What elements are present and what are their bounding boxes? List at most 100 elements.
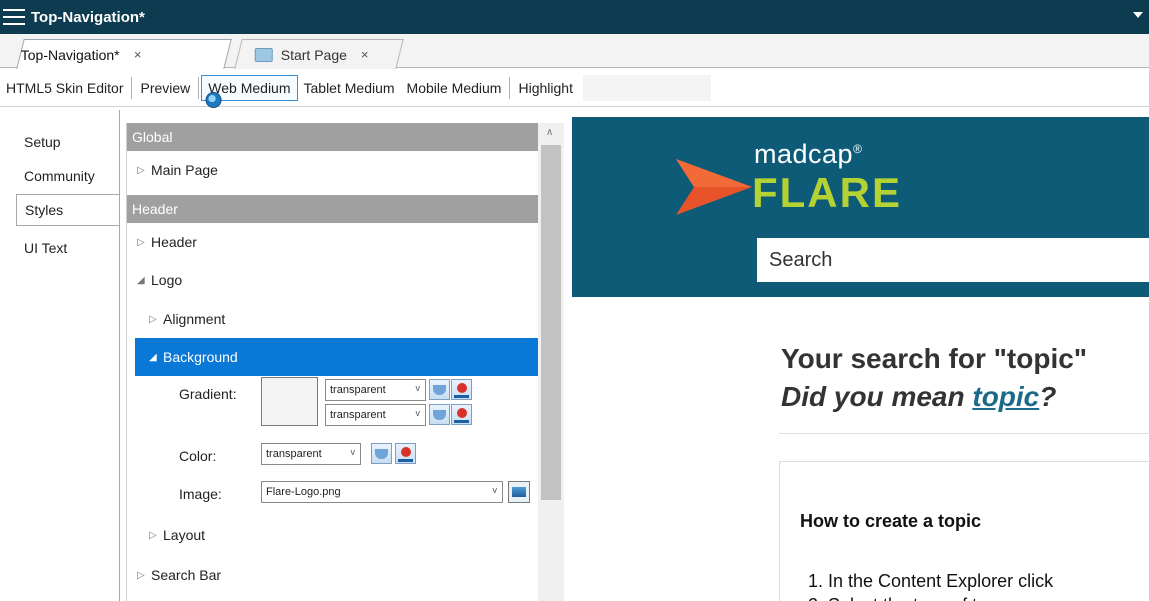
preview-header: madcap® FLARE Search <box>572 117 1149 297</box>
toolbar-html5-skin-editor[interactable]: HTML5 Skin Editor <box>0 75 129 101</box>
expand-arrow-icon[interactable]: ▷ <box>149 314 163 325</box>
expand-arrow-icon[interactable]: ▷ <box>149 530 163 541</box>
browse-image-button[interactable] <box>508 481 530 503</box>
tab-label: Start Page <box>280 46 348 63</box>
collapse-arrow-icon[interactable]: ◢ <box>137 275 151 286</box>
image-label: Image: <box>179 486 222 502</box>
clear-bar <box>398 459 413 462</box>
chevron-down-icon: v <box>350 447 356 457</box>
clear-bar <box>454 420 469 423</box>
tree-item-search-bar[interactable]: ▷ Search Bar <box>127 556 539 594</box>
registered-mark: ® <box>853 142 863 156</box>
sidebar-divider <box>119 110 120 601</box>
tree-item-header[interactable]: ▷ Header <box>127 223 539 261</box>
clear-color-button[interactable] <box>451 379 472 400</box>
tree-item-alignment[interactable]: ▷ Alignment <box>127 300 539 338</box>
expand-arrow-icon[interactable]: ▷ <box>137 165 151 176</box>
title-bar: Top-Navigation* <box>0 0 1149 34</box>
pin-icon <box>457 383 467 393</box>
color-picker-button[interactable] <box>371 443 392 464</box>
tree-item-label: Header <box>151 234 197 250</box>
sidebar-item-community[interactable]: Community <box>16 160 120 192</box>
preview-search-input[interactable]: Search <box>757 238 1149 282</box>
chevron-down-icon: v <box>415 383 421 393</box>
group-header-global: Global <box>127 123 539 151</box>
color-picker-button[interactable] <box>429 404 450 425</box>
image-value: Flare-Logo.png <box>266 486 341 498</box>
scroll-up-icon[interactable]: ∧ <box>546 127 553 138</box>
toolbar-blank-field <box>582 74 711 101</box>
styles-property-panel: Global ▷ Main Page Header ▷ Header ◢ Log… <box>126 123 564 601</box>
gradient-top-value: transparent <box>330 384 386 396</box>
hamburger-menu-icon[interactable] <box>3 9 25 25</box>
paint-bucket-icon <box>433 410 446 420</box>
flare-skin-icon <box>205 92 222 108</box>
skin-editor-sidebar: Setup Community Styles UI Text <box>0 110 120 601</box>
color-picker-button[interactable] <box>429 379 450 400</box>
skin-preview: madcap® FLARE Search Your search for "to… <box>572 117 1149 601</box>
sidebar-item-setup[interactable]: Setup <box>16 126 120 158</box>
group-header-header: Header <box>127 195 539 223</box>
tree-item-label: Background <box>163 349 238 365</box>
tree-item-label: Layout <box>163 527 206 543</box>
search-result-heading: Your search for "topic" <box>781 343 1088 374</box>
result-step-2: 2. Select the type of t... <box>808 595 992 601</box>
color-label: Color: <box>179 448 217 464</box>
search-placeholder: Search <box>769 248 833 271</box>
did-you-mean-text: Did you mean <box>781 381 973 412</box>
clear-color-button[interactable] <box>451 404 472 425</box>
tree-item-label: Search Bar <box>151 567 222 583</box>
toolbar-divider <box>131 76 133 99</box>
gradient-label: Gradient: <box>179 386 237 402</box>
result-card-title: How to create a topic <box>800 511 982 531</box>
toolbar-mobile-medium[interactable]: Mobile Medium <box>401 75 508 101</box>
clear-color-button[interactable] <box>395 443 416 464</box>
suggested-topic-link[interactable]: topic <box>972 381 1039 412</box>
pin-icon <box>401 447 411 457</box>
toolbar-tablet-medium[interactable]: Tablet Medium <box>298 75 401 101</box>
panel-scrollbar[interactable]: ∧ <box>538 123 564 601</box>
gradient-bottom-select[interactable]: transparent v <box>325 404 426 426</box>
result-divider <box>779 433 1149 434</box>
toolbar-divider <box>509 76 511 99</box>
sidebar-item-ui-text[interactable]: UI Text <box>16 232 120 264</box>
toolbar-divider <box>198 76 200 99</box>
tree-item-background[interactable]: ◢ Background <box>135 338 539 376</box>
tab-label: Top-Navigation* <box>20 46 120 63</box>
expand-arrow-icon[interactable]: ▷ <box>137 237 151 248</box>
tree-item-label: Logo <box>151 272 183 288</box>
brand-madcap: madcap® <box>754 139 862 170</box>
image-icon <box>512 487 526 497</box>
did-you-mean-heading: Did you mean topic? <box>781 381 1056 413</box>
gradient-swatch[interactable] <box>261 377 318 426</box>
color-select[interactable]: transparent v <box>261 443 361 465</box>
toolbar-highlight[interactable]: Highlight <box>512 75 578 101</box>
image-select[interactable]: Flare-Logo.png v <box>261 481 503 503</box>
tab-top-navigation[interactable]: Top-Navigation* × <box>16 39 232 108</box>
brand-flare: FLARE <box>752 169 902 216</box>
chevron-down-icon[interactable] <box>1133 12 1143 18</box>
start-page-icon <box>254 47 273 62</box>
expand-arrow-icon[interactable]: ▷ <box>137 570 151 581</box>
scrollbar-thumb[interactable] <box>541 145 561 500</box>
close-icon[interactable]: × <box>134 47 142 62</box>
flare-logo-arrow-icon <box>676 159 752 215</box>
color-value: transparent <box>266 448 322 460</box>
paint-bucket-icon <box>375 449 388 459</box>
paint-bucket-icon <box>433 385 446 395</box>
chevron-down-icon: v <box>415 408 421 418</box>
collapse-arrow-icon[interactable]: ◢ <box>149 352 163 363</box>
tree-item-main-page[interactable]: ▷ Main Page <box>127 151 539 189</box>
result-step-1: 1. In the Content Explorer click <box>808 571 1054 591</box>
tab-start-page[interactable]: Start Page × <box>234 39 404 69</box>
gradient-top-select[interactable]: transparent v <box>325 379 426 401</box>
tree-item-label: Main Page <box>151 162 218 178</box>
gradient-bottom-value: transparent <box>330 409 386 421</box>
tree-item-layout[interactable]: ▷ Layout <box>127 516 539 554</box>
chevron-down-icon: v <box>492 485 498 495</box>
tree-item-logo[interactable]: ◢ Logo <box>127 261 539 299</box>
close-icon[interactable]: × <box>361 47 369 62</box>
did-you-mean-end: ? <box>1039 381 1057 412</box>
toolbar-preview[interactable]: Preview <box>134 75 196 101</box>
sidebar-item-styles[interactable]: Styles <box>16 194 120 226</box>
